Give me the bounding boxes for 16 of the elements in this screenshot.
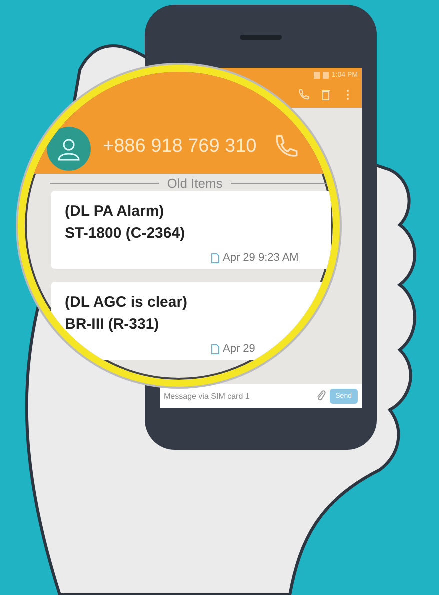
speaker-slot bbox=[240, 35, 282, 40]
message-text: (DL PA Alarm) bbox=[65, 202, 166, 222]
message-text: (DL AGC is clear) bbox=[65, 293, 189, 313]
message-text: ST-1800 (C-2364) bbox=[65, 224, 186, 244]
contact-number: +886 918 769 310 bbox=[103, 136, 257, 158]
sim-icon bbox=[211, 344, 220, 354]
message-text: BR-III (R-331) bbox=[65, 315, 160, 335]
section-divider-label: Old Items bbox=[167, 176, 223, 191]
message-time: Apr 29 bbox=[223, 343, 256, 355]
message-time: Apr 29 9:23 AM bbox=[223, 252, 299, 264]
sim-icon bbox=[211, 252, 220, 264]
phone-icon[interactable] bbox=[273, 134, 299, 160]
message-input[interactable]: Message via SIM card 1 bbox=[164, 392, 312, 400]
paperclip-icon[interactable] bbox=[316, 390, 326, 402]
phone-icon[interactable] bbox=[298, 89, 310, 101]
trash-icon[interactable] bbox=[320, 89, 332, 101]
